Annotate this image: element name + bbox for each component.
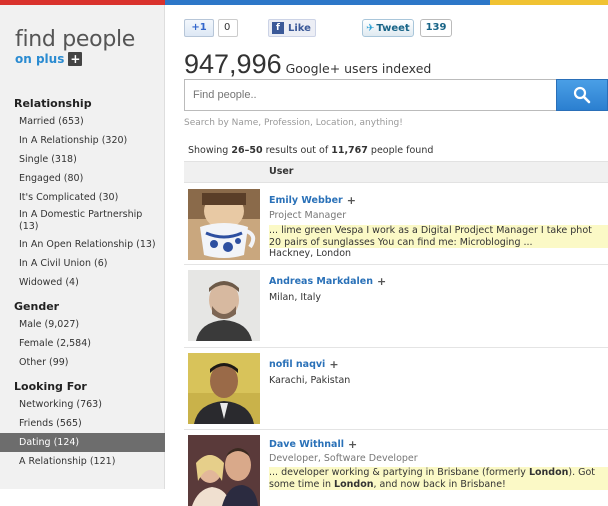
facebook-icon: f: [272, 22, 284, 34]
user-name[interactable]: nofil naqvi: [269, 359, 325, 370]
snippet-line: ... developer working & partying in Bris…: [269, 467, 596, 478]
search-input[interactable]: [184, 79, 556, 111]
results-range: 26–50: [231, 145, 263, 156]
user-name[interactable]: Emily Webber: [269, 195, 343, 206]
snippet-line: ... lime green Vespa I work as a Digital…: [269, 225, 592, 236]
logo-title: find people: [15, 27, 136, 52]
google-plus-one-button[interactable]: +1: [184, 19, 214, 37]
user-row[interactable]: Dave Withnall + Developer, Software Deve…: [184, 430, 608, 506]
filter-item[interactable]: Dating (124): [0, 433, 165, 452]
add-to-circles-icon[interactable]: +: [329, 358, 338, 371]
filter-item[interactable]: Widowed (4): [0, 273, 165, 292]
user-location: Karachi, Pakistan: [269, 375, 351, 386]
filter-group-title: Gender: [14, 300, 60, 313]
results-total: 11,767: [331, 145, 368, 156]
google-plus-icon: +: [68, 52, 83, 66]
results-prefix: Showing: [188, 145, 229, 156]
search-button[interactable]: [556, 79, 608, 111]
filter-item[interactable]: In An Open Relationship (13): [0, 235, 165, 254]
facebook-like-button[interactable]: f Like: [268, 19, 316, 37]
user-title: Project Manager: [269, 210, 347, 221]
logo-subtitle-text: on plus: [15, 52, 65, 66]
user-title: Developer, Software Developer: [269, 453, 418, 464]
results-middle: results out of: [265, 145, 329, 156]
user-snippet: ... lime green Vespa I work as a Digital…: [269, 225, 608, 248]
user-location: Hackney, London: [269, 248, 352, 259]
user-name[interactable]: Andreas Markdalen: [269, 276, 373, 287]
search-hint: Search by Name, Profession, Location, an…: [184, 118, 403, 128]
logo[interactable]: find people on plus +: [15, 27, 135, 66]
filter-item[interactable]: It's Complicated (30): [0, 188, 165, 207]
google-plus-one-count: 0: [218, 19, 238, 37]
user-location: Milan, Italy: [269, 292, 321, 303]
user-avatar[interactable]: [188, 435, 260, 506]
user-row[interactable]: nofil naqvi + Karachi, Pakistan: [184, 348, 608, 430]
filter-item[interactable]: In A Civil Union (6): [0, 254, 165, 273]
user-avatar[interactable]: [188, 353, 260, 424]
index-stat: 947,996 Google+ users indexed: [184, 49, 431, 80]
user-list: Emily Webber + Project Manager ... lime …: [184, 184, 608, 506]
filter-list: Relationship Married (653) In A Relationsh…: [0, 93, 165, 471]
filter-group-title: Relationship: [14, 97, 92, 110]
filter-item[interactable]: In A Domestic Partnership (13): [0, 207, 165, 235]
add-to-circles-icon[interactable]: +: [347, 194, 356, 207]
add-to-circles-icon[interactable]: +: [348, 438, 357, 451]
user-row[interactable]: Emily Webber + Project Manager ... lime …: [184, 184, 608, 265]
filter-item[interactable]: In A Relationship (320): [0, 131, 165, 150]
user-name-link[interactable]: Emily Webber +: [269, 194, 356, 207]
facebook-like-label: Like: [288, 22, 311, 34]
filter-item[interactable]: Engaged (80): [0, 169, 165, 188]
user-name-link[interactable]: Dave Withnall +: [269, 438, 357, 451]
filter-item[interactable]: Networking (763): [0, 395, 165, 414]
filter-group-title: Looking For: [14, 380, 87, 393]
user-snippet: ... developer working & partying in Bris…: [269, 467, 608, 490]
filter-item[interactable]: Single (318): [0, 150, 165, 169]
google-plus-one-widget[interactable]: +1 0: [184, 19, 238, 37]
filter-item[interactable]: A Relationship (121): [0, 452, 165, 471]
results-suffix: people found: [370, 145, 434, 156]
filter-item[interactable]: Friends (565): [0, 414, 165, 433]
snippet-line: 20 pairs of sunglasses You can find me: …: [269, 236, 533, 248]
search-icon: [573, 86, 591, 104]
indexed-label: Google+ users indexed: [285, 61, 432, 76]
column-header-user: User: [269, 166, 294, 177]
filter-item[interactable]: Other (99): [0, 353, 165, 372]
search-bar: [184, 79, 608, 111]
add-to-circles-icon[interactable]: +: [377, 275, 386, 288]
tweet-button[interactable]: ✈ Tweet: [362, 19, 414, 37]
user-avatar[interactable]: [188, 189, 260, 260]
user-name-link[interactable]: Andreas Markdalen +: [269, 275, 386, 288]
filter-item[interactable]: Female (2,584): [0, 334, 165, 353]
snippet-line: some time in London, and now back in Bri…: [269, 478, 506, 490]
user-name-link[interactable]: nofil naqvi +: [269, 358, 339, 371]
filter-item[interactable]: Male (9,027): [0, 315, 165, 334]
tweet-count: 139: [420, 19, 452, 37]
filter-item[interactable]: Married (653): [0, 112, 165, 131]
tweet-label: Tweet: [376, 22, 410, 34]
user-row[interactable]: Andreas Markdalen + Milan, Italy: [184, 265, 608, 348]
user-name[interactable]: Dave Withnall: [269, 439, 344, 450]
sidebar: find people on plus + Relationship Marrie…: [0, 5, 165, 489]
twitter-bird-icon: ✈: [366, 22, 375, 34]
indexed-count: 947,996: [184, 49, 282, 79]
results-summary: Showing 26–50 results out of 11,767 peop…: [188, 145, 433, 156]
table-header: User: [184, 161, 608, 183]
user-avatar[interactable]: [188, 270, 260, 341]
logo-subtitle: on plus +: [15, 52, 135, 66]
